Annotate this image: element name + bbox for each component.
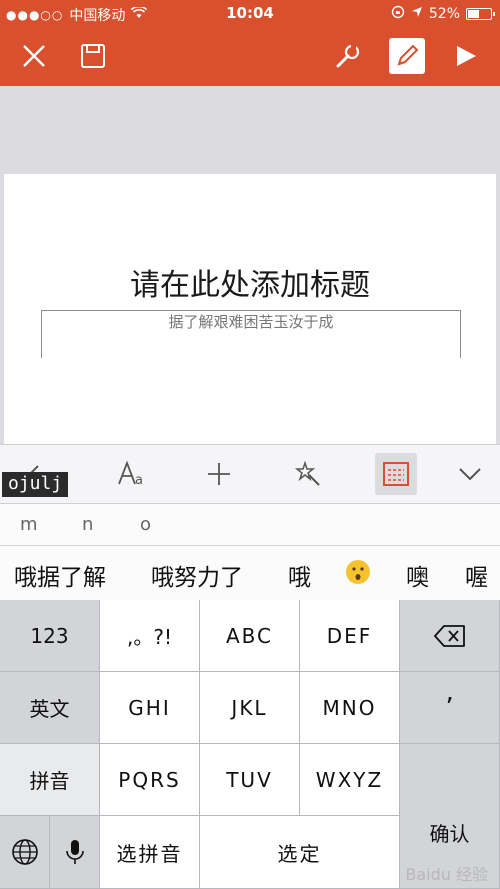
pinyin-hint-row: m n o	[0, 504, 500, 546]
key-mno[interactable]: MNO	[300, 672, 400, 744]
key-apostrophe[interactable]: ’	[400, 672, 500, 744]
key-123[interactable]: 123	[0, 600, 100, 672]
battery-percent: 52%	[428, 6, 460, 22]
save-icon[interactable]	[75, 38, 111, 74]
key-wxyz[interactable]: WXYZ	[300, 744, 400, 816]
key-pqrs[interactable]: PQRS	[100, 744, 200, 816]
candidate[interactable]: 哦努力了	[151, 558, 243, 592]
candidate[interactable]: 哦据了解	[14, 558, 106, 592]
magic-wand-icon[interactable]	[287, 453, 329, 495]
pinyin-hint[interactable]: m	[20, 514, 38, 535]
candidate-bar: 哦据了解 哦努力了 哦 噢 喔	[0, 546, 500, 600]
key-select-pinyin[interactable]: 选拼音	[100, 816, 200, 889]
format-toolbar: ojulj a	[0, 444, 500, 504]
watermark: Baidu 经验	[405, 865, 488, 884]
hushed-face-icon	[346, 560, 370, 584]
key-abc[interactable]: ABC	[200, 600, 300, 672]
key-jkl[interactable]: JKL	[200, 672, 300, 744]
close-icon[interactable]	[16, 38, 52, 74]
battery-icon	[466, 8, 495, 20]
backspace-icon[interactable]	[400, 600, 500, 672]
key-english[interactable]: 英文	[0, 672, 100, 744]
slide-canvas[interactable]: 请在此处添加标题 据了解艰难困苦玉汝于成	[4, 174, 496, 444]
key-punctuation[interactable]: ,。?!	[100, 600, 200, 672]
key-def[interactable]: DEF	[300, 600, 400, 672]
slide-title[interactable]: 请在此处添加标题	[4, 260, 496, 304]
candidate[interactable]: 喔	[465, 558, 488, 592]
top-bar: ●●●○○ 中国移动 10:04 52%	[0, 0, 500, 86]
play-icon[interactable]	[448, 38, 484, 74]
rotation-lock-icon	[391, 5, 405, 23]
pinyin-hint[interactable]: o	[140, 514, 151, 535]
candidate-emoji[interactable]	[344, 558, 372, 592]
wrench-icon[interactable]	[330, 38, 366, 74]
globe-icon[interactable]	[0, 816, 50, 889]
status-bar: ●●●○○ 中国移动 10:04 52%	[0, 0, 500, 28]
insert-icon[interactable]	[198, 453, 240, 495]
pinyin-hint[interactable]: n	[82, 514, 93, 535]
key-ghi[interactable]: GHI	[100, 672, 200, 744]
microphone-icon[interactable]	[50, 816, 100, 889]
candidate[interactable]: 噢	[406, 558, 429, 592]
subtitle-text: 据了解艰难困苦玉汝于成	[168, 313, 334, 331]
key-confirm-select[interactable]: 选定	[200, 816, 400, 889]
key-tooltip: ojulj	[2, 472, 69, 497]
text-format-icon[interactable]: a	[110, 453, 152, 495]
candidate[interactable]: 哦	[288, 558, 311, 592]
document-area: 请在此处添加标题 据了解艰难困苦玉汝于成	[0, 86, 500, 444]
pen-icon[interactable]	[389, 38, 425, 74]
key-tuv[interactable]: TUV	[200, 744, 300, 816]
layout-icon[interactable]	[375, 453, 417, 495]
keyboard: 123 ,。?! ABC DEF 英文 GHI JKL MNO ’ 拼音 PQR…	[0, 600, 500, 889]
location-icon	[411, 6, 423, 22]
chevron-down-icon[interactable]	[449, 453, 491, 495]
key-pinyin[interactable]: 拼音	[0, 744, 100, 816]
svg-text:a: a	[135, 473, 143, 488]
subtitle-textbox[interactable]: 据了解艰难困苦玉汝于成	[41, 310, 461, 358]
